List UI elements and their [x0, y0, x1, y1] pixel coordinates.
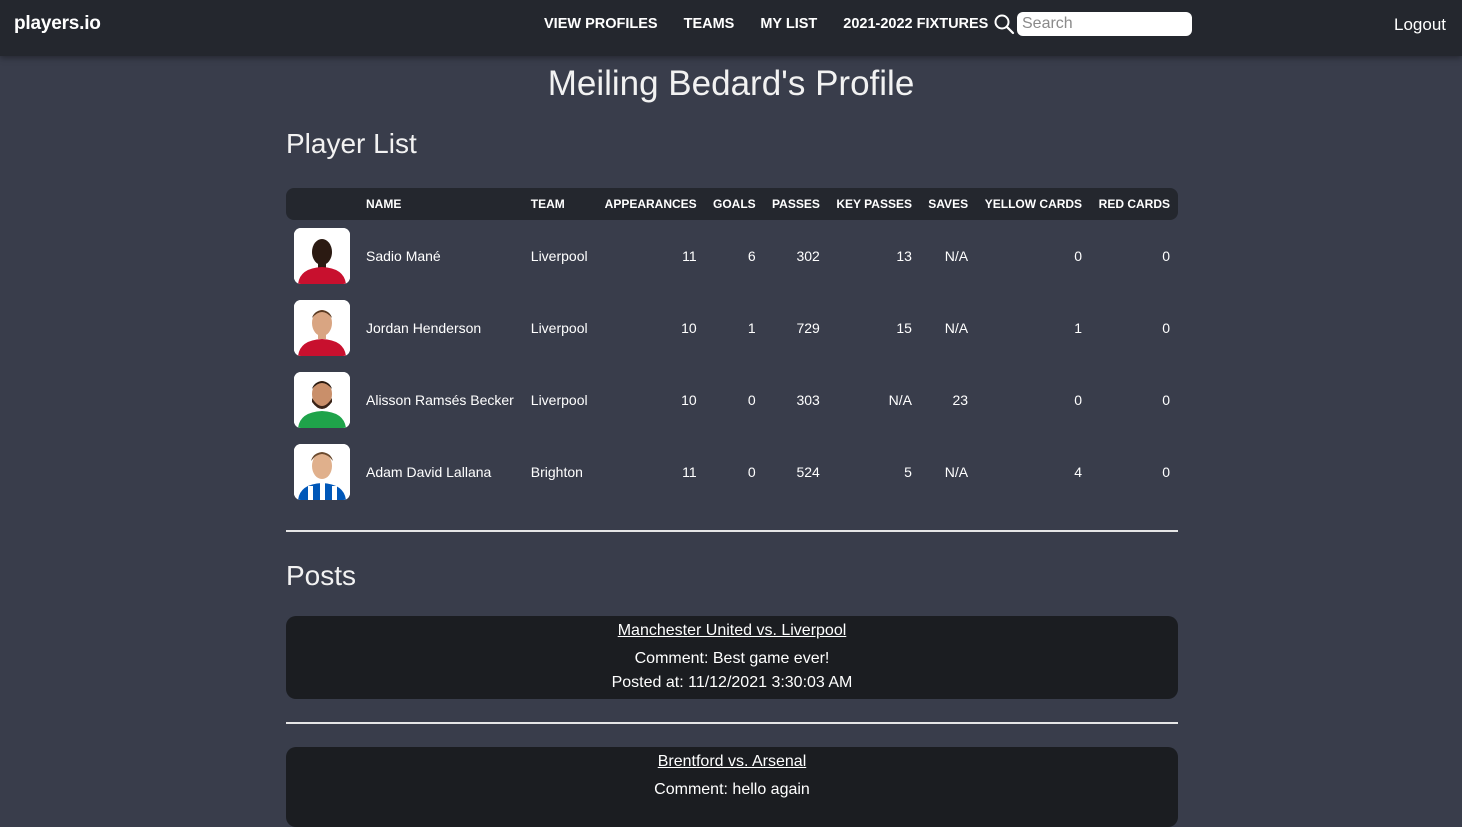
- player-photo-cell: [286, 292, 358, 364]
- player-goals: 0: [747, 464, 756, 480]
- player-red-cards: 0: [1162, 248, 1170, 264]
- player-photo-cell: [286, 436, 358, 508]
- player-name[interactable]: Alisson Ramsés Becker: [358, 364, 523, 436]
- nav-link-view-profiles[interactable]: VIEW PROFILES: [531, 16, 671, 32]
- header-saves: SAVES: [919, 188, 977, 220]
- player-yellow-cards: 1: [1074, 320, 1083, 336]
- player-key-passes: 15: [896, 320, 912, 336]
- player-passes: 729: [796, 320, 820, 336]
- post-card: Manchester United vs. Liverpool Comment:…: [286, 616, 1178, 699]
- post-card: Brentford vs. Arsenal Comment: hello aga…: [286, 747, 1178, 827]
- player-photo-cell: [286, 364, 358, 436]
- player-passes: 524: [796, 464, 820, 480]
- header-team: TEAM: [522, 188, 597, 220]
- profile-content: Player List NAME TEAM APPEARANCES GOALS …: [286, 128, 1178, 827]
- header-name: NAME: [358, 188, 523, 220]
- player-saves: N/A: [944, 464, 969, 480]
- player-yellow-cards: 0: [1074, 248, 1083, 264]
- player-team: Liverpool: [530, 392, 588, 408]
- player-name[interactable]: Adam David Lallana: [358, 436, 523, 508]
- header-appearances: APPEARANCES: [596, 188, 705, 220]
- player-key-passes: 5: [904, 464, 912, 480]
- nav-link-teams[interactable]: TEAMS: [671, 16, 748, 32]
- player-saves: N/A: [944, 320, 969, 336]
- player-key-passes: 13: [896, 248, 912, 264]
- player-appearances: 10: [681, 320, 697, 336]
- player-photo-cell: [286, 220, 358, 292]
- section-divider: [286, 530, 1178, 532]
- table-row[interactable]: Jordan Henderson Liverpool 10 1 729 15 N…: [286, 292, 1178, 364]
- player-list-table: NAME TEAM APPEARANCES GOALS PASSES KEY P…: [286, 188, 1178, 508]
- nav-links: VIEW PROFILES TEAMS MY LIST 2021-2022 FI…: [531, 16, 1001, 32]
- player-passes: 303: [796, 392, 820, 408]
- player-list-title: Player List: [286, 128, 417, 159]
- table-header-row: NAME TEAM APPEARANCES GOALS PASSES KEY P…: [286, 188, 1178, 220]
- table-row[interactable]: Alisson Ramsés Becker Liverpool 10 0 303…: [286, 364, 1178, 436]
- post-timestamp: Posted at: 11/12/2021 3:30:03 AM: [611, 674, 853, 691]
- player-saves: 23: [952, 392, 969, 408]
- player-yellow-cards: 0: [1074, 392, 1083, 408]
- player-yellow-cards: 4: [1074, 464, 1083, 480]
- player-key-passes: N/A: [888, 392, 912, 408]
- header-yellow-cards: YELLOW CARDS: [976, 188, 1091, 220]
- header-key-passes: KEY PASSES: [827, 188, 920, 220]
- player-red-cards: 0: [1162, 320, 1170, 336]
- post-comment: Comment: hello again: [654, 781, 810, 798]
- post-divider: [286, 722, 1178, 724]
- player-goals: 1: [747, 320, 756, 336]
- player-goals: 6: [747, 248, 756, 264]
- player-avatar[interactable]: [294, 444, 350, 500]
- player-avatar[interactable]: [294, 372, 350, 428]
- player-avatar[interactable]: [294, 300, 350, 356]
- brand-logo-link[interactable]: players.io: [14, 13, 101, 35]
- player-goals: 0: [747, 392, 756, 408]
- header-passes: PASSES: [763, 188, 828, 220]
- logout-link[interactable]: Logout: [1394, 15, 1446, 35]
- table-row[interactable]: Adam David Lallana Brighton 11 0 524 5 N…: [286, 436, 1178, 508]
- post-fixture-link[interactable]: Brentford vs. Arsenal: [286, 753, 1178, 771]
- player-appearances: 11: [682, 464, 697, 480]
- player-passes: 302: [796, 248, 820, 264]
- player-team: Liverpool: [530, 248, 588, 264]
- player-appearances: 11: [682, 248, 697, 264]
- search-icon[interactable]: [993, 13, 1015, 35]
- search-input[interactable]: [1017, 12, 1192, 36]
- player-red-cards: 0: [1162, 464, 1170, 480]
- nav-link-fixtures[interactable]: 2021-2022 FIXTURES: [830, 16, 1001, 32]
- nav-link-my-list[interactable]: MY LIST: [747, 16, 830, 32]
- header-photo: [286, 188, 358, 220]
- player-team: Liverpool: [530, 320, 588, 336]
- posts-title: Posts: [286, 560, 357, 591]
- player-avatar[interactable]: [294, 228, 350, 284]
- player-name[interactable]: Jordan Henderson: [358, 292, 523, 364]
- player-team: Brighton: [530, 464, 583, 480]
- post-comment: Comment: Best game ever!: [634, 650, 830, 667]
- player-appearances: 10: [681, 392, 697, 408]
- post-fixture-link[interactable]: Manchester United vs. Liverpool: [286, 622, 1178, 640]
- table-row[interactable]: Sadio Mané Liverpool 11 6 302 13 N/A 0 0: [286, 220, 1178, 292]
- player-red-cards: 0: [1162, 392, 1170, 408]
- top-navbar: players.io VIEW PROFILES TEAMS MY LIST 2…: [0, 0, 1462, 56]
- header-red-cards: RED CARDS: [1090, 188, 1178, 220]
- page-title: Meiling Bedard's Profile: [547, 64, 915, 103]
- player-name[interactable]: Sadio Mané: [358, 220, 523, 292]
- header-goals: GOALS: [704, 188, 764, 220]
- player-saves: N/A: [944, 248, 969, 264]
